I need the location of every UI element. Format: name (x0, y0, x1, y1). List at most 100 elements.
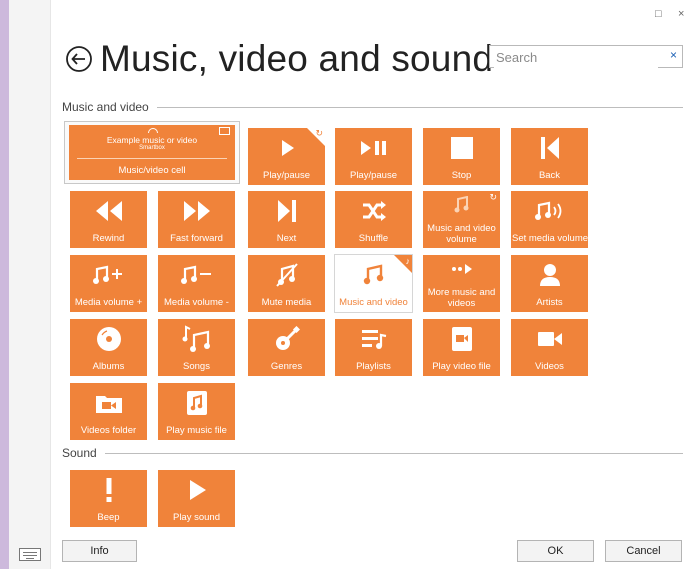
music-file-icon (186, 391, 207, 415)
volume-down-icon (180, 265, 211, 284)
section-label: Music and video (62, 100, 149, 114)
cancel-button[interactable]: Cancel (605, 540, 682, 562)
tile-shuffle[interactable]: Shuffle (335, 191, 412, 248)
keyboard-icon[interactable] (19, 548, 41, 561)
tile-stop[interactable]: Stop (423, 128, 500, 185)
tile-label: Stop (451, 170, 472, 181)
tile-label: Music and video (339, 297, 408, 308)
tile-artists[interactable]: Artists (511, 255, 588, 312)
tile-label: Beep (97, 512, 120, 523)
music-note-icon (363, 264, 383, 285)
tile-label: More music and videos (427, 287, 496, 309)
disc-icon (96, 327, 121, 351)
tile-back[interactable]: Back (511, 128, 588, 185)
more-arrow-icon (451, 264, 472, 274)
stop-icon (450, 137, 473, 159)
play-icon (281, 140, 294, 156)
back-arrow-circle-icon[interactable] (64, 44, 94, 74)
tile-label: Play sound (172, 512, 220, 523)
music-notes-icon (182, 325, 210, 352)
tile-playlists[interactable]: Playlists (335, 319, 412, 376)
tile-label: Mute media (261, 297, 312, 308)
tile-media-volume-up[interactable]: Media volume + (70, 255, 147, 312)
tile-play-sound[interactable]: Play sound (158, 470, 235, 527)
section-label: Sound (62, 446, 97, 460)
video-file-icon (451, 327, 472, 351)
music-volume-icon (534, 201, 561, 220)
tile-videos[interactable]: Videos (511, 319, 588, 376)
exclamation-icon (106, 478, 111, 502)
tile-music-and-video[interactable]: ♪ Music and video (334, 254, 413, 313)
dialog-window: □ × Music, video and sound × Music and v… (9, 0, 697, 569)
close-button[interactable]: × (678, 8, 684, 20)
rewind-icon (95, 201, 122, 221)
tile-mute-media[interactable]: Mute media (248, 255, 325, 312)
play-pause-icon (360, 141, 386, 155)
tile-label: Genres (270, 361, 303, 372)
mute-music-icon (275, 263, 298, 287)
tile-label: Media volume - (164, 297, 229, 308)
tile-label: Rewind (92, 233, 125, 244)
fast-forward-icon (183, 201, 210, 221)
clear-search-icon[interactable]: × (670, 48, 677, 62)
info-button[interactable]: Info (62, 540, 137, 562)
tile-label: Play video file (432, 361, 491, 372)
play-icon (189, 480, 206, 500)
shuffle-icon (362, 201, 386, 221)
video-camera-icon (537, 332, 562, 346)
tile-music-video-volume[interactable]: ↻ Music and video volume (423, 191, 500, 248)
tile-label: Videos (535, 361, 564, 372)
section-sound: Sound (62, 446, 683, 460)
maximize-button[interactable]: □ (655, 8, 662, 20)
page-title: Music, video and sound (100, 38, 494, 79)
tile-more-music-videos[interactable]: More music and videos (423, 255, 500, 312)
tile-label: Fast forward (170, 233, 223, 244)
cell-example-text: Example music or video (106, 135, 198, 145)
tile-play-pause-2[interactable]: Play/pause (335, 128, 412, 185)
section-music-video: Music and video (62, 100, 683, 114)
tile-videos-folder[interactable]: Videos folder (70, 383, 147, 440)
tile-beep[interactable]: Beep (70, 470, 147, 527)
music-video-cell-tile[interactable]: Example music or video Smartbox Music/vi… (64, 121, 240, 184)
tile-media-volume-down[interactable]: Media volume - (158, 255, 235, 312)
tile-label: Play music file (166, 425, 227, 436)
search-box[interactable]: × (489, 45, 683, 68)
screen-icon (219, 127, 230, 135)
tile-set-media-volume[interactable]: Set media volume (511, 191, 588, 248)
tile-label: Videos folder (80, 425, 137, 436)
left-strip (9, 0, 51, 569)
tile-label: Set media volume (512, 233, 588, 244)
tile-play-music-file[interactable]: Play music file (158, 383, 235, 440)
tile-label: Play/pause (349, 170, 397, 181)
ok-button[interactable]: OK (517, 540, 594, 562)
tile-label: Songs (183, 361, 210, 372)
tile-fast-forward[interactable]: Fast forward (158, 191, 235, 248)
playlist-icon (361, 330, 386, 349)
headphones-icon (148, 128, 158, 133)
title-row: Music, video and sound (64, 34, 493, 84)
search-input[interactable] (494, 47, 658, 68)
tile-rewind[interactable]: Rewind (70, 191, 147, 248)
tile-albums[interactable]: Albums (70, 319, 147, 376)
cell-progress-bar (77, 158, 227, 159)
tile-songs[interactable]: Songs (158, 319, 235, 376)
tile-next[interactable]: Next (248, 191, 325, 248)
volume-up-icon (92, 265, 122, 284)
tile-label: Music/video cell (118, 165, 186, 176)
tile-label: Media volume + (74, 297, 143, 308)
tile-label: Play/pause (262, 170, 310, 181)
tile-label: Albums (92, 361, 125, 372)
music-note-icon (454, 196, 468, 213)
skip-back-icon (540, 137, 559, 159)
tile-play-pause[interactable]: ↻ Play/pause (248, 128, 325, 185)
tile-play-video-file[interactable]: Play video file (423, 319, 500, 376)
tile-label: Playlists (356, 361, 391, 372)
video-folder-icon (95, 396, 122, 413)
person-icon (539, 264, 560, 286)
cell-app-name: Smartbox (139, 145, 165, 151)
skip-next-icon (277, 200, 296, 222)
guitar-icon (275, 326, 300, 350)
tile-genres[interactable]: Genres (248, 319, 325, 376)
tile-label: Music and video volume (427, 223, 496, 245)
tile-label: Next (276, 233, 297, 244)
